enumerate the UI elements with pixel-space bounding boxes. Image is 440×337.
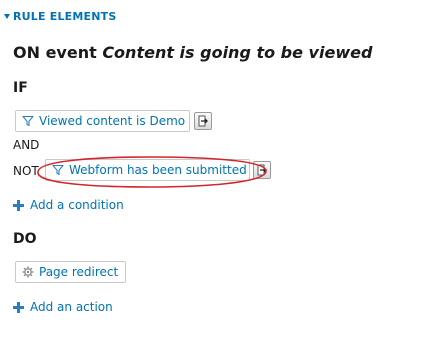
action-page-redirect[interactable]: Page redirect xyxy=(15,261,126,283)
plus-icon xyxy=(13,199,24,211)
action-label: Page redirect xyxy=(39,265,119,279)
condition-operations-button[interactable] xyxy=(194,112,212,130)
do-heading: DO xyxy=(13,231,37,247)
section-label: RULE ELEMENTS xyxy=(13,10,117,23)
arrow-right-icon xyxy=(198,115,208,127)
rule-elements-toggle[interactable]: RULE ELEMENTS xyxy=(4,10,117,23)
collapse-triangle-icon xyxy=(4,14,10,19)
add-condition-link[interactable]: Add a condition xyxy=(13,198,124,212)
event-title: ON event Content is going to be viewed xyxy=(13,43,372,62)
filter-icon xyxy=(22,115,34,127)
and-label: AND xyxy=(13,138,40,152)
add-action-link[interactable]: Add an action xyxy=(13,300,113,314)
filter-icon xyxy=(52,164,64,176)
add-condition-label: Add a condition xyxy=(30,198,124,212)
if-heading: IF xyxy=(13,80,28,96)
event-prefix: ON event xyxy=(13,43,97,62)
condition-viewed-content[interactable]: Viewed content is Demo xyxy=(15,110,190,132)
condition-label: Viewed content is Demo xyxy=(39,114,186,128)
not-label: NOT xyxy=(13,164,39,178)
condition-label: Webform has been submitted xyxy=(69,163,247,177)
condition-webform-submitted[interactable]: Webform has been submitted xyxy=(45,159,250,181)
plus-icon xyxy=(13,301,24,313)
event-name: Content is going to be viewed xyxy=(102,43,373,62)
gear-icon xyxy=(22,266,34,278)
add-action-label: Add an action xyxy=(30,300,113,314)
condition-operations-button[interactable] xyxy=(253,161,271,179)
arrow-right-icon xyxy=(257,164,267,176)
